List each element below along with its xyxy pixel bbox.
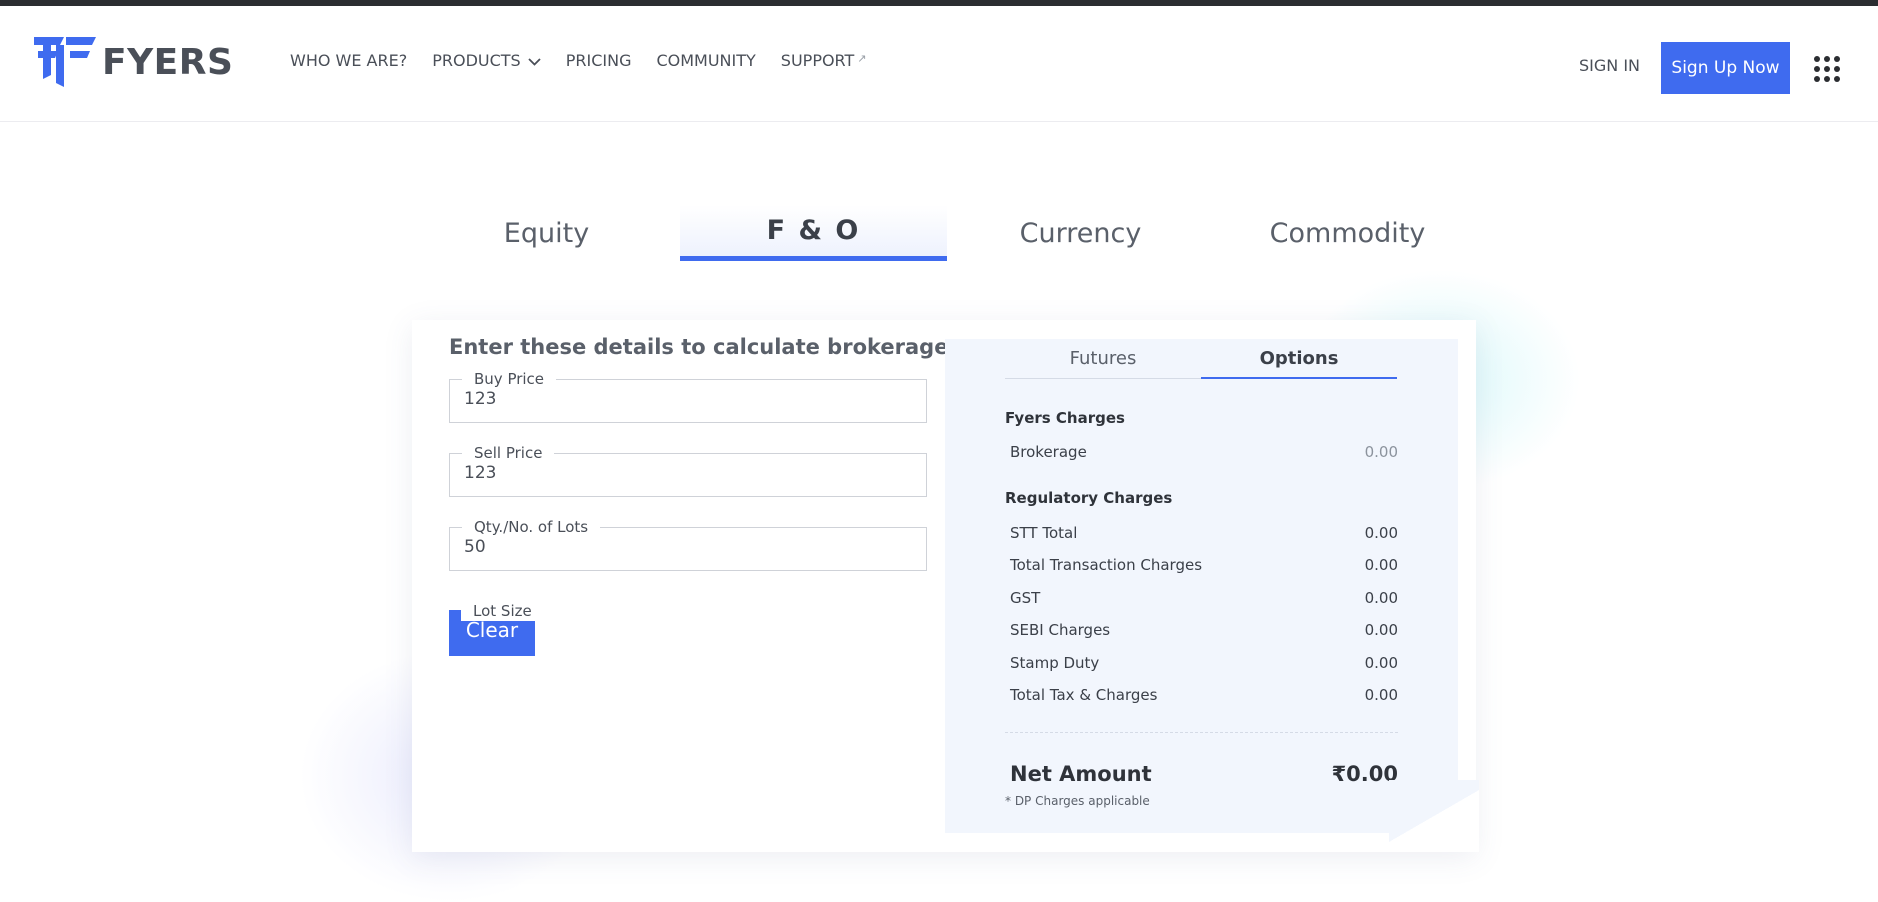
- charge-row: Stamp Duty 0.00: [1010, 654, 1398, 672]
- buy-price-input[interactable]: [464, 389, 904, 409]
- calculator-form: Enter these details to calculate brokera…: [449, 335, 949, 661]
- charge-row: STT Total 0.00: [1010, 524, 1398, 542]
- net-amount-row: Net Amount ₹0.00: [1010, 762, 1398, 786]
- row-label: SEBI Charges: [1010, 621, 1111, 639]
- segment-tabs: Equity F & O Currency Commodity: [413, 205, 1483, 261]
- charge-row: Total Transaction Charges 0.00: [1010, 556, 1398, 574]
- nav-support[interactable]: SUPPORT ↗: [781, 51, 867, 70]
- nav-label: SUPPORT: [780, 51, 855, 70]
- nav-community[interactable]: COMMUNITY: [656, 51, 755, 70]
- sell-price-input[interactable]: [464, 463, 904, 483]
- qty-input[interactable]: [464, 537, 904, 557]
- site-header: FYERS WHO WE ARE? PRODUCTS PRICING COMMU…: [0, 6, 1878, 122]
- dp-charges-note: * DP Charges applicable: [1005, 794, 1150, 808]
- net-amount-label: Net Amount: [1010, 762, 1152, 786]
- subtab-futures[interactable]: Futures: [1005, 339, 1201, 379]
- tab-fno[interactable]: F & O: [680, 205, 947, 261]
- row-value: 0.00: [1364, 621, 1398, 639]
- charge-row: GST 0.00: [1010, 589, 1398, 607]
- charge-row: SEBI Charges 0.00: [1010, 621, 1398, 639]
- brokerage-row: Brokerage 0.00: [1010, 443, 1398, 461]
- subtab-options[interactable]: Options: [1201, 339, 1397, 379]
- fyers-charges-title: Fyers Charges: [1005, 409, 1125, 427]
- panel-corner-decoration: [1389, 780, 1479, 852]
- row-value: 0.00: [1364, 524, 1398, 542]
- row-value: 0.00: [1364, 654, 1398, 672]
- fyers-logo[interactable]: FYERS: [34, 36, 233, 88]
- sell-price-label: Sell Price: [462, 443, 555, 463]
- regulatory-charges-title: Regulatory Charges: [1005, 489, 1173, 507]
- clear-label: Clear: [465, 617, 519, 642]
- tab-currency[interactable]: Currency: [947, 205, 1214, 261]
- row-label: Brokerage: [1010, 443, 1087, 461]
- qty-label: Qty./No. of Lots: [462, 517, 601, 537]
- chevron-down-icon: [528, 51, 541, 70]
- nav-products[interactable]: PRODUCTS: [432, 51, 541, 70]
- nav-label: PRODUCTS: [432, 51, 521, 70]
- lot-size-field: Clear Lot Size: [449, 601, 927, 661]
- buy-price-label: Buy Price: [462, 369, 557, 389]
- sign-up-button[interactable]: Sign Up Now: [1661, 42, 1790, 94]
- main-nav: WHO WE ARE? PRODUCTS PRICING COMMUNITY S…: [290, 51, 892, 70]
- charge-row: Total Tax & Charges 0.00: [1010, 686, 1398, 704]
- row-label: GST: [1010, 589, 1041, 607]
- external-link-icon: ↗: [857, 52, 867, 65]
- row-label: STT Total: [1010, 524, 1078, 542]
- form-title: Enter these details to calculate brokera…: [449, 335, 949, 359]
- row-label: Stamp Duty: [1010, 654, 1100, 672]
- row-value: 0.00: [1364, 686, 1398, 704]
- tab-equity[interactable]: Equity: [413, 205, 680, 261]
- nav-label: COMMUNITY: [656, 51, 756, 70]
- fyers-logo-icon: [34, 37, 96, 87]
- lot-size-label: Lot Size: [461, 601, 544, 621]
- row-value: 0.00: [1364, 589, 1398, 607]
- row-label: Total Transaction Charges: [1010, 556, 1203, 574]
- sell-price-field: Sell Price: [449, 443, 927, 497]
- tab-commodity[interactable]: Commodity: [1214, 205, 1481, 261]
- nav-who-we-are[interactable]: WHO WE ARE?: [290, 51, 407, 70]
- row-label: Total Tax & Charges: [1010, 686, 1158, 704]
- nav-label: WHO WE ARE?: [290, 51, 408, 70]
- row-value: 0.00: [1364, 443, 1398, 461]
- brand-name: FYERS: [102, 41, 234, 83]
- nav-label: PRICING: [565, 51, 632, 70]
- results-panel: Futures Options Fyers Charges Brokerage …: [945, 339, 1458, 833]
- nav-pricing[interactable]: PRICING: [566, 51, 632, 70]
- sign-in-link[interactable]: SIGN IN: [1579, 56, 1640, 75]
- instrument-subtabs: Futures Options: [1005, 339, 1398, 379]
- grid-menu-icon[interactable]: [1814, 56, 1840, 82]
- qty-field: Qty./No. of Lots: [449, 517, 927, 571]
- divider: [1005, 732, 1398, 733]
- buy-price-field: Buy Price: [449, 369, 927, 423]
- row-value: 0.00: [1364, 556, 1398, 574]
